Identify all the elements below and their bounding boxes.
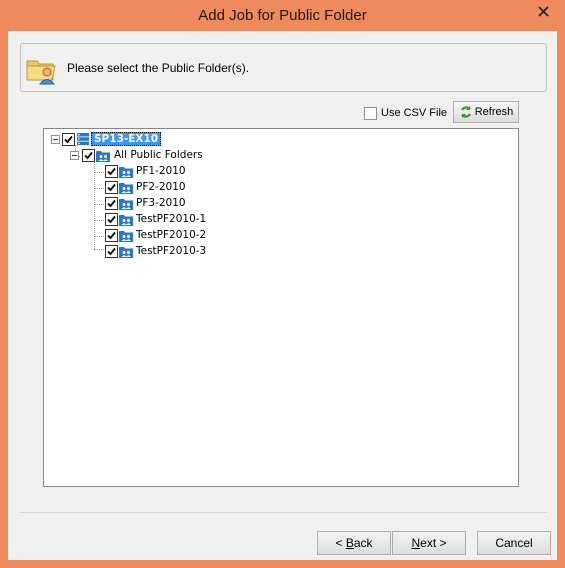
refresh-button[interactable]: Refresh [453, 101, 519, 123]
folder-checkbox[interactable] [105, 196, 118, 210]
tree-node-folder[interactable]: PF3-2010 [105, 195, 186, 211]
folder-label[interactable]: TestPF2010-3 [136, 245, 206, 257]
tree-node-server[interactable]: SP13-EX10 [51, 131, 162, 147]
public-folder-icon [118, 227, 134, 243]
footer-separator [20, 512, 547, 513]
use-csv-label: Use CSV File [381, 107, 448, 119]
folder-label[interactable]: PF2-2010 [136, 181, 186, 193]
folder-checkbox[interactable] [105, 164, 118, 178]
window-title: Add Job for Public Folder [198, 7, 367, 24]
folder-label[interactable]: TestPF2010-2 [136, 229, 206, 241]
tree-connector [94, 172, 104, 173]
public-folder-icon [118, 211, 134, 227]
all-public-folders-checkbox[interactable] [82, 148, 95, 162]
close-icon [538, 5, 549, 17]
tree-node-folder[interactable]: TestPF2010-1 [105, 211, 206, 227]
server-label[interactable]: SP13-EX10 [91, 132, 162, 146]
public-folder-icon [118, 179, 134, 195]
folder-label[interactable]: PF3-2010 [136, 197, 186, 209]
server-icon [75, 131, 91, 147]
cancel-button[interactable]: Cancel [477, 531, 551, 555]
dialog-client-area: Please select the Public Folder(s). Use … [8, 31, 557, 560]
folder-checkbox[interactable] [105, 212, 118, 226]
tree-connector [94, 220, 104, 221]
tree-connector [94, 236, 104, 237]
tree-node-folder[interactable]: TestPF2010-3 [105, 243, 206, 259]
cancel-button-label: Cancel [495, 536, 533, 550]
collapse-toggle[interactable] [70, 150, 79, 160]
instruction-panel: Please select the Public Folder(s). [20, 43, 547, 92]
next-button-rest: ext > [420, 536, 447, 550]
use-csv-option[interactable]: Use CSV File [364, 105, 447, 121]
next-button-accel: N [411, 536, 421, 550]
folder-checkbox[interactable] [105, 180, 118, 194]
folder-user-icon [25, 52, 59, 86]
tree-node-folder[interactable]: PF1-2010 [105, 163, 186, 179]
instruction-text: Please select the Public Folder(s). [67, 61, 250, 75]
collapse-toggle[interactable] [51, 134, 60, 144]
tree-node-folder[interactable]: PF2-2010 [105, 179, 186, 195]
dialog-window: Add Job for Public Folder Please select … [0, 0, 565, 568]
back-button-rest: ack [353, 536, 373, 550]
tree-connector [94, 188, 104, 189]
tree-connector [94, 249, 104, 250]
use-csv-checkbox[interactable] [364, 106, 377, 120]
folder-label[interactable]: PF1-2010 [136, 165, 186, 177]
folder-checkbox[interactable] [105, 244, 118, 258]
tree-node-all-public-folders[interactable]: All Public Folders [70, 147, 203, 163]
next-button[interactable]: Next > [392, 531, 466, 555]
refresh-label: Refresh [474, 106, 514, 118]
tree-connector [94, 204, 104, 205]
public-folder-tree[interactable]: SP13-EX10 All Public Folders PF1-2010 PF… [43, 128, 519, 487]
back-button[interactable]: < Back [317, 531, 391, 555]
public-folder-icon [95, 147, 111, 163]
tree-node-folder[interactable]: TestPF2010-2 [105, 227, 206, 243]
back-button-accel: B [345, 536, 354, 550]
server-checkbox[interactable] [62, 132, 75, 146]
all-public-folders-label[interactable]: All Public Folders [114, 149, 203, 161]
back-button-prefix: < [335, 536, 346, 550]
refresh-icon [459, 105, 473, 119]
public-folder-icon [118, 163, 134, 179]
folder-checkbox[interactable] [105, 228, 118, 242]
title-bar[interactable]: Add Job for Public Folder [0, 0, 565, 30]
public-folder-icon [118, 243, 134, 259]
folder-label[interactable]: TestPF2010-1 [136, 213, 206, 225]
close-button[interactable] [527, 0, 560, 22]
public-folder-icon [118, 195, 134, 211]
